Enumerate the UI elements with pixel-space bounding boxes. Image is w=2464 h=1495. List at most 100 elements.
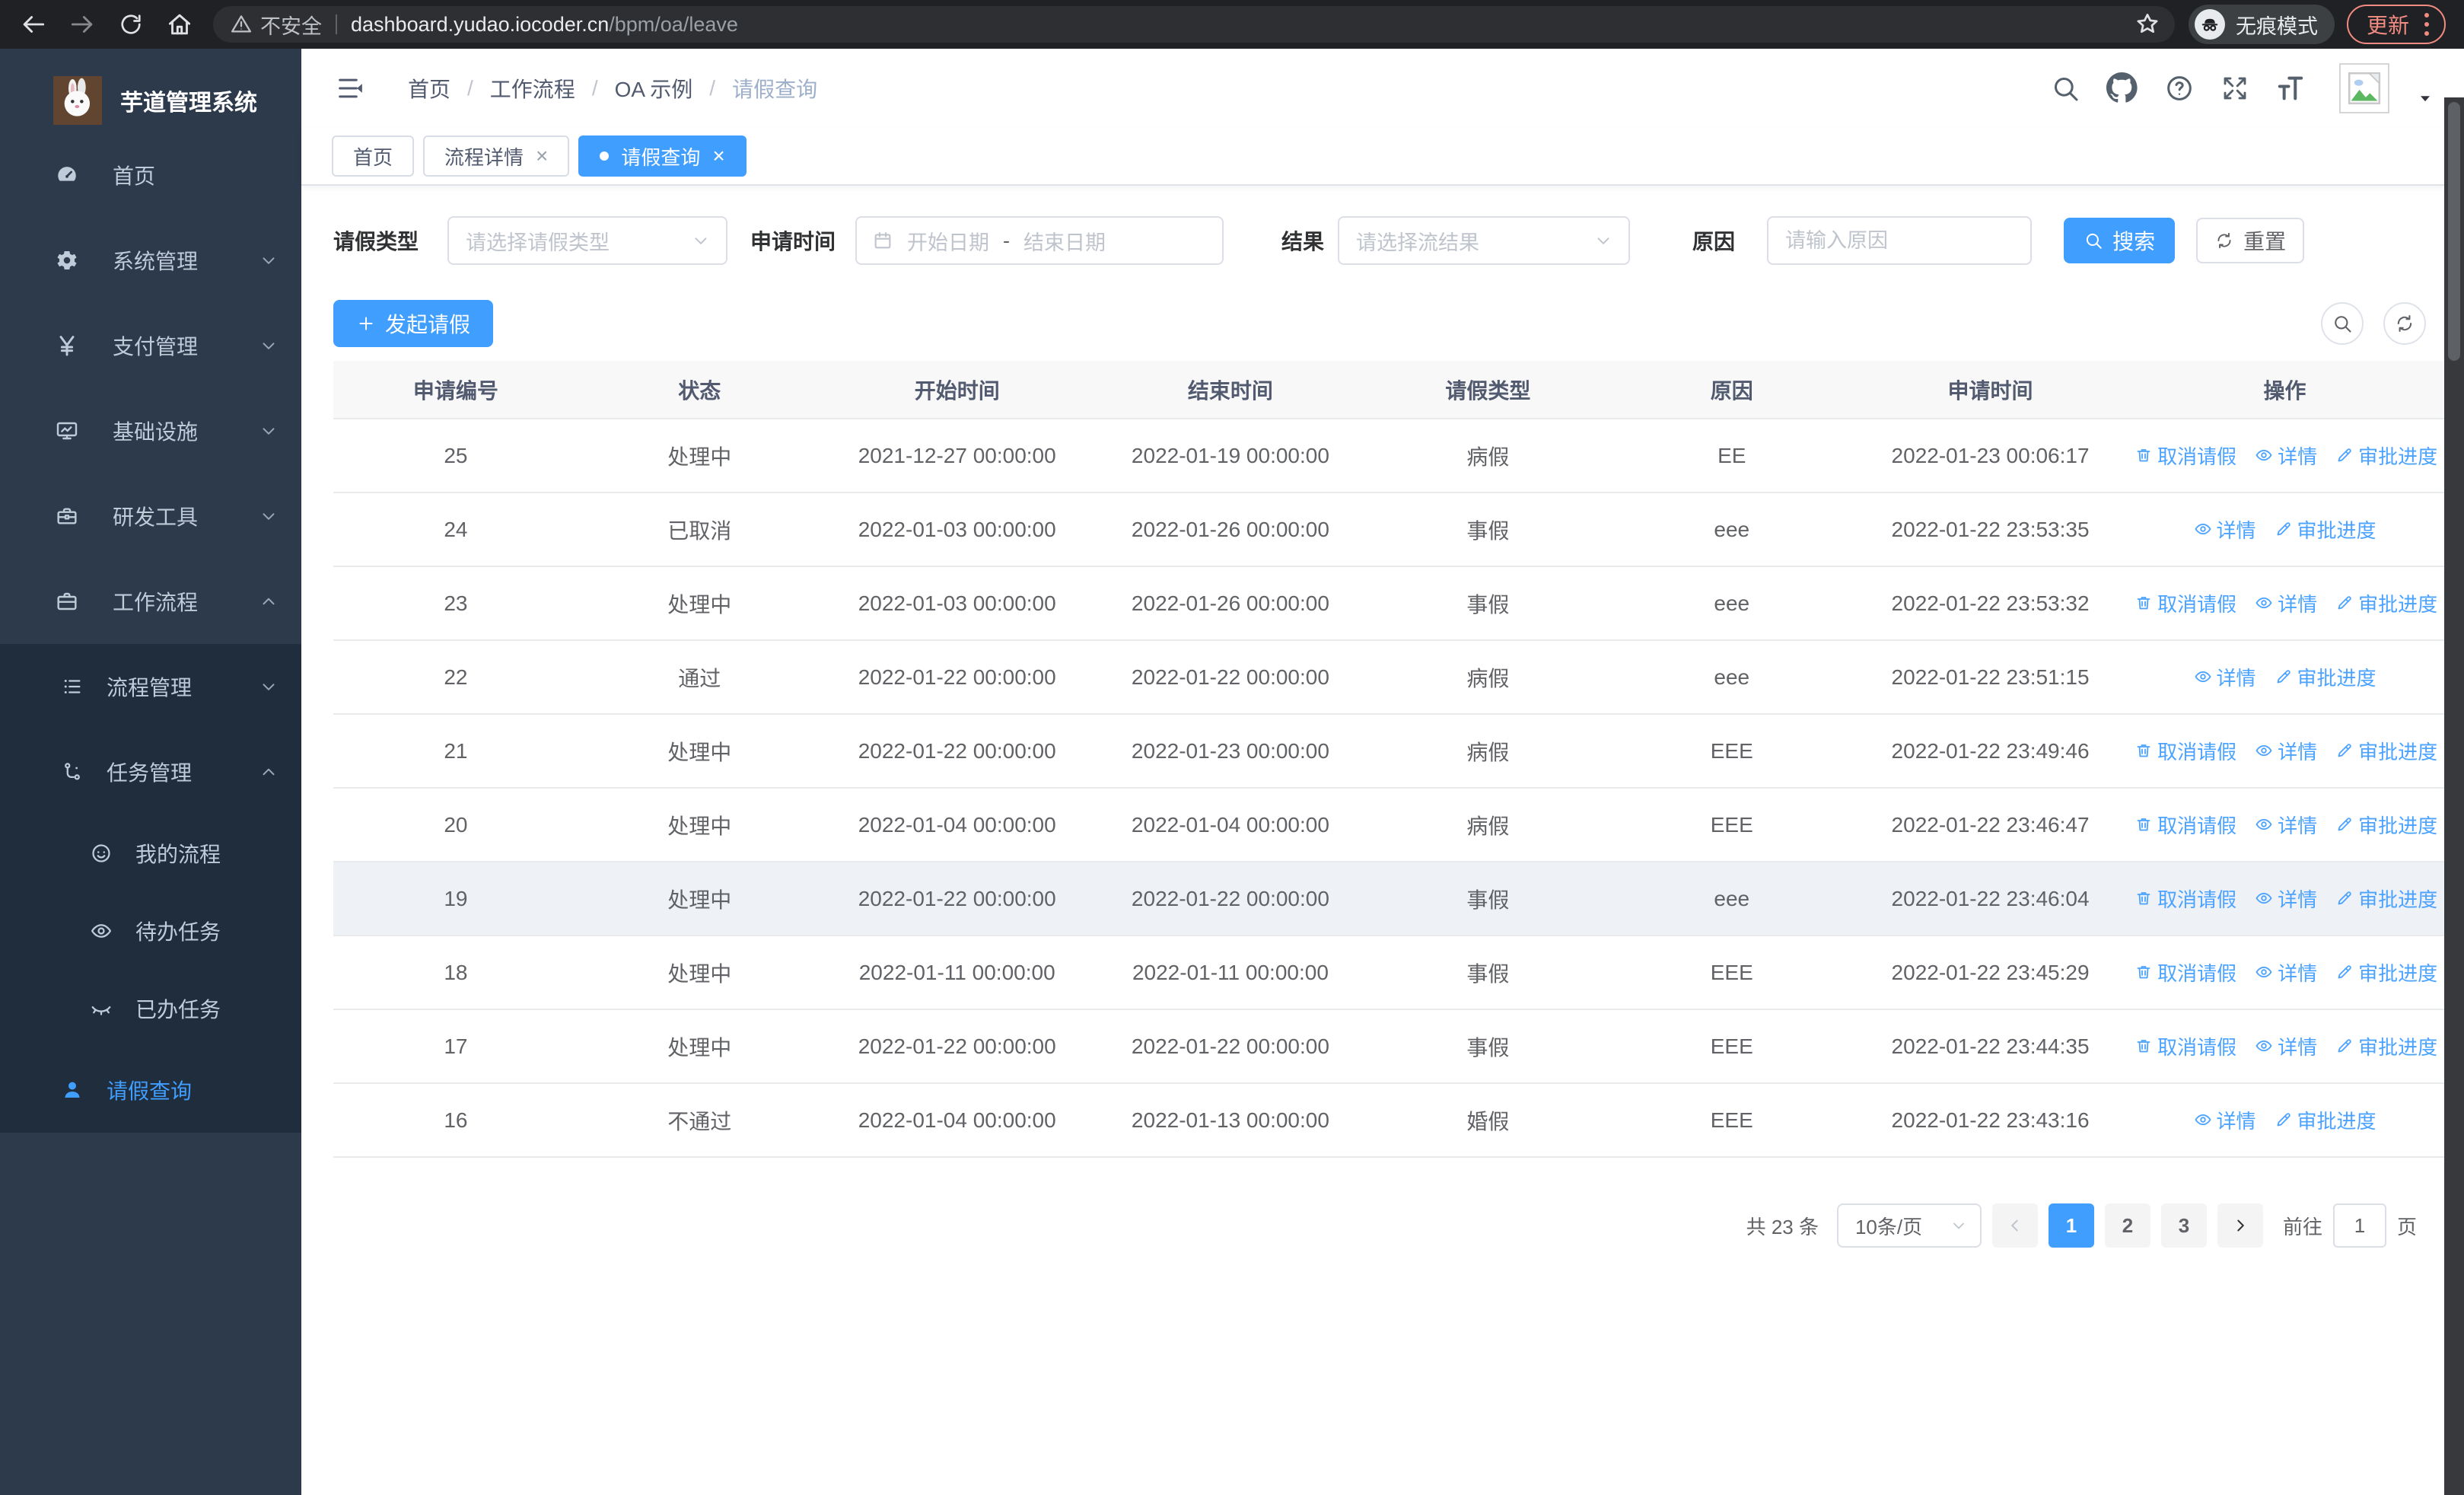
cell-leave-type: 病假 [1367, 419, 1609, 493]
approval-progress-link[interactable]: 审批进度 [2335, 885, 2437, 913]
detail-link[interactable]: 详情 [2255, 441, 2317, 470]
fullscreen-button[interactable] [2220, 74, 2249, 103]
table-search-toggle-button[interactable] [2321, 302, 2364, 345]
page-size-select[interactable]: 10条/页 [1836, 1203, 1982, 1248]
sidebar-item-my-process[interactable]: 我的流程 [0, 814, 301, 892]
cancel-leave-link[interactable]: 取消请假 [2135, 811, 2236, 839]
detail-link[interactable]: 详情 [2255, 737, 2317, 765]
github-link[interactable] [2106, 72, 2138, 104]
approval-progress-link[interactable]: 审批进度 [2335, 958, 2437, 987]
page-button-2[interactable]: 2 [2104, 1203, 2150, 1248]
detail-link[interactable]: 详情 [2255, 811, 2317, 839]
header-search-button[interactable] [2050, 73, 2080, 104]
reset-button[interactable]: 重置 [2196, 218, 2305, 263]
trash-icon [2135, 889, 2153, 907]
detail-link[interactable]: 详情 [2255, 1032, 2317, 1060]
cell-reason: EEE [1608, 936, 1856, 1010]
cancel-leave-link[interactable]: 取消请假 [2135, 885, 2236, 913]
column-header: 开始时间 [820, 361, 1094, 419]
detail-link[interactable]: 详情 [2255, 589, 2317, 617]
reason-input[interactable] [1785, 228, 2014, 253]
table-row: 18 处理中 2022-01-11 00:00:00 2022-01-11 00:00… [333, 936, 2444, 1010]
sidebar-item-leave-query[interactable]: 请假查询 [0, 1047, 301, 1133]
page-button-3[interactable]: 3 [2160, 1203, 2207, 1248]
browser-reload-button[interactable] [116, 9, 146, 40]
sidebar-item-done-task[interactable]: 已办任务 [0, 970, 301, 1047]
cancel-leave-link[interactable]: 取消请假 [2135, 589, 2236, 617]
cancel-leave-link[interactable]: 取消请假 [2135, 441, 2236, 470]
page-scrollbar[interactable] [2444, 97, 2464, 1495]
approval-progress-link[interactable]: 审批进度 [2335, 737, 2437, 765]
sidebar-menu: 首页 系统管理 支付管理 基础设施 研发工具 工作流程 流程管理 任务管理 我的流程 待办任务 已办… [0, 132, 301, 1133]
breadcrumb-item[interactable]: OA 示例 [615, 73, 693, 104]
scrollbar-thumb[interactable] [2448, 102, 2460, 361]
cell-id: 24 [333, 492, 578, 567]
sidebar-item-process-mgr[interactable]: 流程管理 [0, 644, 301, 729]
approval-progress-link[interactable]: 审批进度 [2335, 811, 2437, 839]
cancel-leave-link[interactable]: 取消请假 [2135, 1032, 2236, 1060]
eye-icon [2255, 741, 2273, 760]
cancel-leave-link[interactable]: 取消请假 [2135, 958, 2236, 987]
leave-type-select[interactable]: 请选择请假类型 [447, 216, 728, 265]
search-button[interactable]: 搜索 [2064, 218, 2176, 263]
approval-progress-link[interactable]: 审批进度 [2335, 1032, 2437, 1060]
user-avatar[interactable] [2339, 63, 2389, 113]
date-range-picker[interactable]: 开始日期 - 结束日期 [855, 216, 1224, 265]
bookmark-star-icon[interactable] [2134, 11, 2161, 38]
sidebar-collapse-button[interactable] [335, 73, 365, 104]
cell-id: 16 [333, 1083, 578, 1158]
cancel-leave-link[interactable]: 取消请假 [2135, 737, 2236, 765]
approval-progress-link[interactable]: 审批进度 [2335, 589, 2437, 617]
detail-link[interactable]: 详情 [2194, 515, 2256, 543]
browser-home-button[interactable] [164, 9, 195, 40]
breadcrumb-item[interactable]: 首页 [408, 73, 450, 104]
sidebar-item-system[interactable]: 系统管理 [0, 218, 301, 303]
close-icon[interactable]: × [712, 145, 724, 167]
browser-update-button[interactable]: 更新 [2346, 5, 2446, 44]
result-select[interactable]: 请选择流结果 [1338, 216, 1631, 265]
cell-apply-time: 2022-01-22 23:49:46 [1855, 714, 2126, 789]
cell-id: 20 [333, 788, 578, 862]
sidebar-item-workflow[interactable]: 工作流程 [0, 559, 301, 644]
tab-流程详情[interactable]: 流程详情 × [423, 135, 570, 177]
avatar-dropdown-caret-icon[interactable] [2417, 90, 2434, 107]
app-logo[interactable]: 芋道管理系统 [0, 49, 301, 132]
detail-link[interactable]: 详情 [2255, 885, 2317, 913]
menu-fold-icon [335, 73, 365, 104]
sidebar-item-payment[interactable]: 支付管理 [0, 303, 301, 388]
search-form: 请假类型 请选择请假类型 申请时间 开始日期 - 结束日期 结果 请选择流结果 [333, 216, 2444, 265]
close-icon[interactable]: × [536, 145, 548, 167]
approval-progress-link[interactable]: 审批进度 [2275, 1106, 2376, 1134]
detail-link[interactable]: 详情 [2194, 1106, 2256, 1134]
cell-leave-type: 婚假 [1367, 1083, 1609, 1158]
detail-link[interactable]: 详情 [2194, 663, 2256, 691]
table-refresh-button[interactable] [2383, 302, 2426, 345]
sidebar-item-home[interactable]: 首页 [0, 132, 301, 218]
page-button-1[interactable]: 1 [2048, 1203, 2094, 1248]
sidebar-item-devtools[interactable]: 研发工具 [0, 473, 301, 559]
help-button[interactable] [2164, 73, 2195, 104]
create-leave-button[interactable]: 发起请假 [333, 300, 494, 347]
tab-请假查询[interactable]: 请假查询 × [578, 135, 747, 177]
font-size-button[interactable] [2275, 73, 2306, 104]
approval-progress-link[interactable]: 审批进度 [2275, 663, 2376, 691]
tab-首页[interactable]: 首页 [332, 135, 415, 177]
browser-forward-button[interactable] [67, 9, 97, 40]
eye-closed-icon [90, 997, 113, 1020]
approval-progress-link[interactable]: 审批进度 [2335, 441, 2437, 470]
refresh-icon [2214, 231, 2234, 250]
sidebar-item-infra[interactable]: 基础设施 [0, 388, 301, 473]
goto-page-input[interactable] [2332, 1203, 2386, 1248]
next-page-button[interactable] [2217, 1203, 2263, 1248]
browser-back-button[interactable] [18, 9, 49, 40]
sidebar-item-task-mgr[interactable]: 任务管理 [0, 729, 301, 814]
flow-icon [61, 760, 84, 783]
edit-icon [2335, 815, 2354, 834]
approval-progress-link[interactable]: 审批进度 [2275, 515, 2376, 543]
breadcrumb-item[interactable]: 工作流程 [490, 73, 575, 104]
address-bar[interactable]: 不安全 dashboard.yudao.iocoder.cn/bpm/oa/le… [213, 6, 2175, 43]
prev-page-button[interactable] [1991, 1203, 2038, 1248]
sidebar-item-todo-task[interactable]: 待办任务 [0, 892, 301, 970]
detail-link[interactable]: 详情 [2255, 958, 2317, 987]
browser-menu-icon[interactable] [2424, 13, 2429, 36]
